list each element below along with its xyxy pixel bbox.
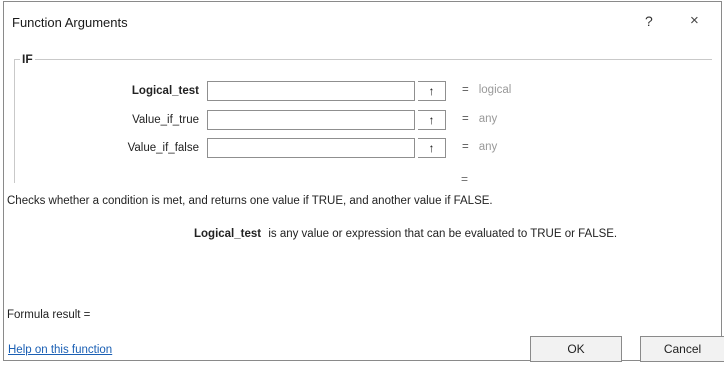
value-if-false-input[interactable] — [207, 138, 415, 158]
close-icon[interactable]: × — [690, 12, 699, 29]
help-on-function-link[interactable]: Help on this function — [8, 344, 112, 356]
ok-button[interactable]: OK — [530, 336, 622, 362]
title-bar: Function Arguments ? × — [4, 2, 721, 42]
argument-result: = any — [462, 141, 498, 153]
function-description: Checks whether a condition is met, and r… — [7, 195, 493, 207]
collapse-dialog-button[interactable]: ↑ — [418, 110, 446, 130]
argument-label: Value_if_true — [132, 114, 199, 126]
arrow-up-icon: ↑ — [428, 141, 435, 155]
argument-result: = any — [462, 113, 498, 125]
formula-result: Formula result = — [7, 309, 91, 321]
arrow-up-icon: ↑ — [428, 113, 435, 127]
argument-row-logical-test: Logical_test ↑ = logical — [4, 81, 723, 103]
argument-label: Value_if_false — [127, 142, 199, 154]
value-if-true-input[interactable] — [207, 110, 415, 130]
function-name: IF — [20, 52, 35, 66]
argument-description-name: Logical_test — [194, 228, 262, 240]
argument-row-value-if-false: Value_if_false ↑ = any — [4, 138, 723, 160]
argument-description-text: is any value or expression that can be e… — [268, 228, 618, 240]
argument-description: Logical_test is any value or expression … — [194, 228, 617, 240]
logical-test-input[interactable] — [207, 81, 415, 101]
help-question-icon[interactable]: ? — [645, 13, 653, 29]
dialog-title: Function Arguments — [12, 15, 128, 30]
cancel-button[interactable]: Cancel — [640, 336, 724, 362]
collapse-dialog-button[interactable]: ↑ — [418, 81, 446, 101]
argument-row-value-if-true: Value_if_true ↑ = any — [4, 110, 723, 132]
function-result-equals: = — [461, 172, 469, 186]
argument-label: Logical_test — [131, 85, 199, 97]
arrow-up-icon: ↑ — [428, 84, 435, 98]
function-arguments-dialog: Function Arguments ? × IF Logical_test ↑… — [3, 1, 724, 362]
argument-result: = logical — [462, 84, 512, 96]
collapse-dialog-button[interactable]: ↑ — [418, 138, 446, 158]
